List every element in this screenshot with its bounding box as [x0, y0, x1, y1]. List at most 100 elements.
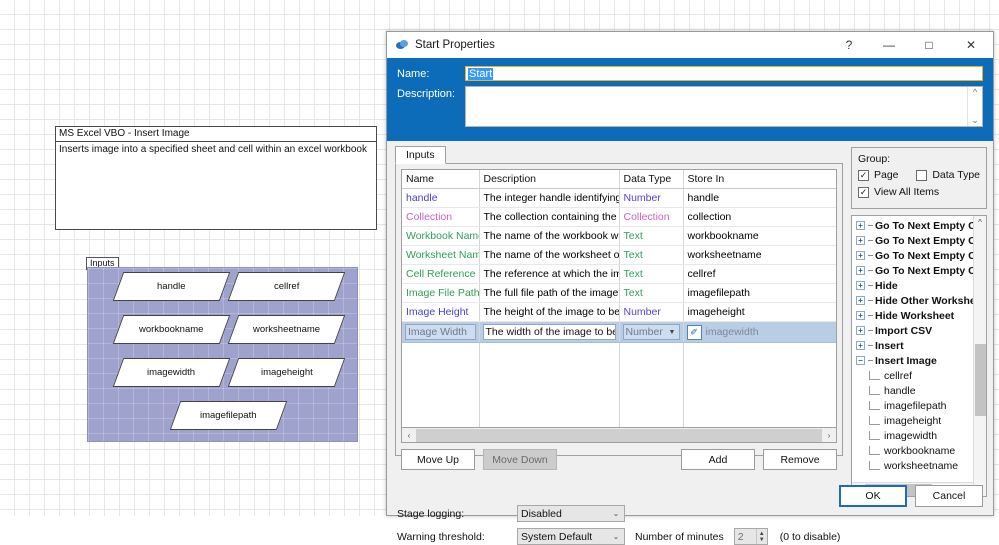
cell-store-in[interactable]: handle [683, 189, 837, 208]
cell-store-in[interactable]: ✐imagewidth [683, 322, 837, 343]
add-button[interactable]: Add [681, 449, 755, 470]
cell-name[interactable]: Image Width [402, 322, 479, 343]
table-row[interactable]: Workbook NameThe name of the workbook wi… [402, 227, 837, 246]
cell-description-editor[interactable]: The width of the image to be inserted [483, 324, 616, 340]
checkbox-view-all-box[interactable]: ✓ [858, 187, 869, 198]
tree-node[interactable]: +Import CSV [852, 323, 973, 338]
expand-icon[interactable]: + [856, 311, 865, 320]
chevron-down-icon[interactable]: ▼ [666, 329, 679, 336]
stage-logging-select[interactable]: Disabled ⌄ [517, 505, 625, 522]
tree-child-node[interactable]: cellref [852, 368, 973, 383]
tree-node[interactable]: +Insert [852, 338, 973, 353]
tab-inputs[interactable]: Inputs [395, 146, 446, 164]
tree-node[interactable]: −Insert Image [852, 353, 973, 368]
tree-child-node[interactable]: imageheight [852, 413, 973, 428]
cell-store-in[interactable]: imageheight [683, 303, 837, 322]
cell-description[interactable]: The integer handle identifying th… [479, 189, 619, 208]
tree-node[interactable]: +Go To Next Empty Cell Righ [852, 248, 973, 263]
cell-data-type[interactable]: Text [619, 227, 683, 246]
expand-icon[interactable]: + [856, 236, 865, 245]
expand-icon[interactable]: + [856, 251, 865, 260]
cell-description[interactable]: The reference at which the imag… [479, 265, 619, 284]
minimize-button[interactable]: — [869, 32, 909, 58]
tree-node[interactable]: +Hide Worksheet [852, 308, 973, 323]
expand-icon[interactable]: + [856, 326, 865, 335]
ok-button[interactable]: OK [839, 485, 907, 507]
cell-data-type[interactable]: Number [619, 303, 683, 322]
column-header-store-in[interactable]: Store In [683, 170, 837, 189]
tree-node[interactable]: +Go To Next Empty Cell Up [852, 263, 973, 278]
cell-data-type[interactable]: Number▼ [619, 322, 683, 343]
warning-threshold-select[interactable]: System Default ⌄ [517, 528, 625, 545]
pencil-icon[interactable]: ✐ [687, 325, 702, 340]
stepper-arrows[interactable]: ▲▼ [756, 529, 767, 544]
data-item-stage[interactable]: imageheight [228, 358, 346, 387]
cell-store-in[interactable]: cellref [683, 265, 837, 284]
cell-data-type-select[interactable]: Number▼ [623, 324, 680, 340]
help-button[interactable]: ? [829, 32, 869, 58]
expand-icon[interactable]: + [856, 281, 865, 290]
scroll-left-icon[interactable]: ‹ [402, 431, 416, 440]
cell-data-type[interactable]: Text [619, 246, 683, 265]
tree-node[interactable]: +Hide Other Worksheets [852, 293, 973, 308]
table-row[interactable]: handleThe integer handle identifying th…… [402, 189, 837, 208]
cell-store-in[interactable]: worksheetname [683, 246, 837, 265]
tree-child-node[interactable]: imagefilepath [852, 398, 973, 413]
checkbox-data-type[interactable]: Data Type [916, 169, 980, 181]
data-item-stage[interactable]: cellref [228, 272, 346, 301]
chevron-up-icon[interactable]: ^ [973, 88, 977, 97]
cell-store-in[interactable]: imagefilepath [683, 284, 837, 303]
cell-description[interactable]: The width of the image to be inserted [479, 322, 619, 343]
table-row[interactable]: Image HeightThe height of the image to b… [402, 303, 837, 322]
minutes-stepper[interactable]: 2 ▲▼ [734, 528, 768, 545]
cell-name[interactable]: Image Height [402, 303, 479, 322]
tree-scroll-up-icon[interactable]: ^ [978, 216, 982, 229]
cell-data-type[interactable]: Collection [619, 208, 683, 227]
table-row[interactable]: Cell ReferenceThe reference at which the… [402, 265, 837, 284]
data-item-stage[interactable]: worksheetname [228, 315, 346, 344]
table-row[interactable]: Image Width The width of the image to be … [402, 322, 837, 343]
expand-icon[interactable]: + [856, 266, 865, 275]
checkbox-page-box[interactable]: ✓ [858, 170, 869, 181]
cell-name[interactable]: Workbook Name [402, 227, 479, 246]
cell-name-editor[interactable]: Image Width [405, 324, 476, 340]
chevron-down-icon[interactable]: ⌄ [608, 509, 624, 518]
expand-icon[interactable]: + [856, 341, 865, 350]
cell-name[interactable]: Cell Reference [402, 265, 479, 284]
tree-scroll-thumb[interactable] [975, 344, 986, 416]
table-row[interactable]: Image File PathThe full file path of the… [402, 284, 837, 303]
tree-child-node[interactable]: imagewidth [852, 428, 973, 443]
tree-child-node[interactable]: workbookname [852, 443, 973, 458]
tree-vertical-scrollbar[interactable]: ^ ⌄ [973, 216, 986, 496]
cell-name[interactable]: handle [402, 189, 479, 208]
cell-name[interactable]: Image File Path [402, 284, 479, 303]
data-item-stage[interactable]: imagewidth [113, 358, 231, 387]
column-header-name[interactable]: Name [402, 170, 479, 189]
tree-node[interactable]: +Hide [852, 278, 973, 293]
scroll-right-icon[interactable]: › [822, 431, 836, 440]
tree-child-node[interactable]: handle [852, 383, 973, 398]
cell-data-type[interactable]: Text [619, 265, 683, 284]
cell-description[interactable]: The full file path of the image to b… [479, 284, 619, 303]
scroll-track[interactable] [416, 429, 822, 442]
description-input[interactable]: ^ ⌄ [465, 86, 983, 127]
column-header-description[interactable]: Description [479, 170, 619, 189]
cell-description[interactable]: The height of the image to be ins… [479, 303, 619, 322]
maximize-button[interactable]: □ [909, 32, 949, 58]
expand-icon[interactable]: + [856, 221, 865, 230]
data-item-stage[interactable]: handle [113, 272, 231, 301]
cell-name[interactable]: Collection [402, 208, 479, 227]
cell-store-in[interactable]: collection [683, 208, 837, 227]
collapse-icon[interactable]: − [856, 356, 865, 365]
cell-description[interactable]: The name of the worksheet on w… [479, 246, 619, 265]
table-row[interactable]: CollectionThe collection containing the … [402, 208, 837, 227]
cancel-button[interactable]: Cancel [915, 485, 983, 507]
cell-store-in-editor[interactable]: ✐imagewidth [687, 325, 838, 340]
close-button[interactable]: ✕ [949, 32, 993, 58]
checkbox-page[interactable]: ✓ Page [858, 169, 916, 181]
move-up-button[interactable]: Move Up [401, 449, 475, 470]
expand-icon[interactable]: + [856, 296, 865, 305]
data-item-stage[interactable]: imagefilepath [170, 401, 288, 430]
cell-description[interactable]: The name of the workbook within… [479, 227, 619, 246]
remove-button[interactable]: Remove [763, 449, 837, 470]
